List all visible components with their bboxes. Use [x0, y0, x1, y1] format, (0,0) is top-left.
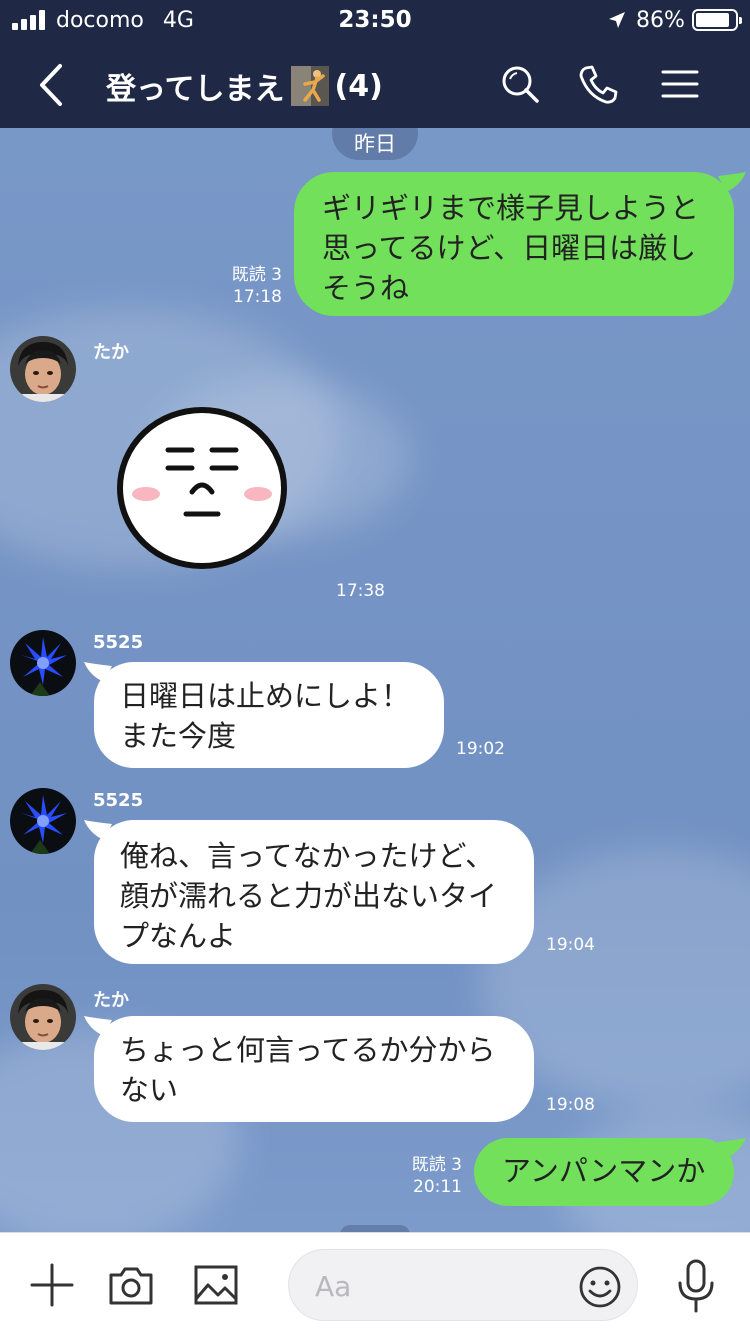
battery-percent: 86% — [636, 8, 685, 33]
message-line: 俺ね、言ってなかったけど、 — [120, 839, 495, 873]
location-arrow-icon — [609, 12, 625, 28]
message-time: 17:38 — [336, 581, 385, 601]
message-bubble-outgoing[interactable]: ギリギリまで様子見しようと 思ってるけど、日曜日は厳し そうね — [294, 172, 734, 316]
avatar-photo — [10, 984, 76, 1050]
sender-name: 5525 — [93, 632, 144, 653]
message-line: ない — [120, 1073, 179, 1107]
message-line: 思ってるけど、日曜日は厳し — [322, 231, 697, 265]
chat-area[interactable]: 昨日 既読 3 17:18 ギリギリまで様子見しようと 思ってるけど、日曜日は厳… — [0, 128, 750, 1232]
camera-icon[interactable] — [107, 1261, 155, 1309]
sender-name: 5525 — [93, 790, 144, 811]
message-line: 日曜日は止めにしよ！ — [120, 679, 411, 713]
message-bubble-incoming[interactable]: 俺ね、言ってなかったけど、 顔が濡れると力が出ないタイ プなんよ — [94, 820, 534, 964]
scroll-indicator — [340, 1225, 410, 1232]
top-bar: docomo 4G 23:50 86% 登ってしまえ (4) — [0, 0, 750, 128]
message-input[interactable] — [315, 1264, 565, 1308]
input-bar — [0, 1232, 750, 1334]
message-time: 19:04 — [546, 935, 595, 955]
sender-name: たか — [93, 342, 129, 363]
message-bubble-incoming[interactable]: ちょっと何言ってるか分から ない — [94, 1016, 534, 1122]
status-bar: docomo 4G 23:50 86% — [0, 0, 750, 42]
message-line: ちょっと何言ってるか分から — [120, 1033, 496, 1067]
member-count: (4) — [334, 68, 383, 104]
avatar-photo — [10, 336, 76, 402]
back-icon[interactable] — [30, 60, 70, 110]
read-receipt: 既読 3 — [411, 1155, 462, 1175]
menu-icon[interactable] — [658, 62, 702, 106]
climber-icon — [290, 66, 329, 106]
read-receipt: 既読 3 — [231, 265, 282, 285]
emoji-icon[interactable] — [577, 1264, 623, 1310]
message-meta: 既読 3 17:18 — [200, 264, 282, 308]
message-bubble-incoming[interactable]: 日曜日は止めにしよ！ また今度 — [94, 662, 444, 768]
message-line: 顔が濡れると力が出ないタイ — [120, 879, 498, 913]
group-name: 登ってしまえ — [106, 72, 285, 107]
message-line: ギリギリまで様子見しようと — [322, 191, 700, 225]
image-icon[interactable] — [192, 1261, 240, 1309]
avatar-5525[interactable] — [10, 788, 76, 854]
sticker-face[interactable] — [116, 406, 288, 570]
message-bubble-outgoing[interactable]: アンパンマンか — [474, 1138, 734, 1206]
message-line: プなんよ — [120, 919, 237, 953]
message-time: 20:11 — [413, 1177, 462, 1197]
avatar-5525[interactable] — [10, 630, 76, 696]
message-line: アンパンマンか — [502, 1154, 706, 1188]
chat-header: 登ってしまえ (4) — [0, 42, 750, 128]
avatar-flower-photo — [10, 788, 76, 854]
message-line: そうね — [322, 271, 410, 305]
message-input-box[interactable] — [288, 1249, 638, 1321]
message-time: 17:18 — [233, 287, 282, 307]
battery-icon — [692, 9, 742, 31]
chat-title[interactable]: 登ってしまえ (4) — [106, 64, 383, 108]
message-meta: 既読 3 20:11 — [380, 1154, 462, 1198]
message-line: また今度 — [120, 719, 237, 753]
avatar-flower-photo — [10, 630, 76, 696]
date-separator: 昨日 — [332, 128, 418, 160]
search-icon[interactable] — [498, 62, 542, 106]
sender-name: たか — [93, 990, 129, 1011]
microphone-icon[interactable] — [672, 1257, 720, 1313]
message-time: 19:02 — [456, 739, 505, 759]
phone-icon[interactable] — [576, 62, 620, 106]
avatar-taka[interactable] — [10, 336, 76, 402]
message-time: 19:08 — [546, 1095, 595, 1115]
plus-icon[interactable] — [28, 1261, 76, 1309]
avatar-taka[interactable] — [10, 984, 76, 1050]
